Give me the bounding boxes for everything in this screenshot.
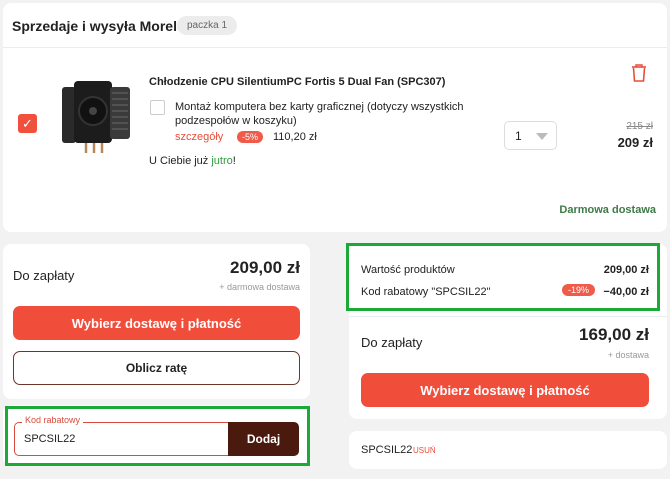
- applied-coupon-code: SPCSIL22: [361, 444, 413, 456]
- coupon-input-value[interactable]: SPCSIL22: [24, 433, 75, 445]
- coupon-discount-value: −40,00 zł: [603, 286, 649, 298]
- addon-description: Montaż komputera bez karty graficznej (d…: [175, 101, 464, 127]
- chevron-down-icon: [536, 133, 548, 140]
- remove-coupon-link[interactable]: USUŃ: [413, 446, 436, 455]
- product-price: 209 zł: [617, 135, 653, 150]
- addon-details-link[interactable]: szczegóły: [175, 131, 223, 143]
- addon-checkbox[interactable]: [150, 100, 165, 115]
- package-badge: paczka 1: [177, 16, 238, 35]
- product-select-checkbox[interactable]: ✓: [18, 114, 37, 133]
- quantity-select[interactable]: 1: [504, 121, 557, 150]
- availability-info: U Ciebie już jutro!: [149, 155, 236, 167]
- total-label: Do zapłaty: [361, 335, 423, 350]
- divider: [3, 47, 667, 48]
- old-price: 215 zł: [626, 121, 653, 132]
- addon-discount-badge: -5%: [237, 131, 264, 143]
- pay-delivery-note: + darmowa dostawa: [219, 282, 300, 292]
- trash-icon[interactable]: [630, 63, 648, 83]
- coupon-percent-badge: -19%: [562, 284, 596, 296]
- check-icon: ✓: [22, 115, 33, 131]
- addon-price: 110,20 zł: [273, 131, 317, 143]
- pay-label: Do zapłaty: [13, 268, 75, 283]
- seller-title: Sprzedaje i wysyła Morele: [12, 18, 185, 34]
- divider: [349, 316, 667, 317]
- availability-highlight: jutro: [211, 155, 233, 167]
- add-coupon-button[interactable]: Dodaj: [228, 422, 299, 456]
- choose-delivery-button[interactable]: Wybierz dostawę i płatność: [13, 306, 300, 340]
- product-name[interactable]: Chłodzenie CPU SilentiumPC Fortis 5 Dual…: [149, 76, 445, 88]
- availability-suffix: !: [232, 155, 236, 167]
- products-value: 209,00 zł: [603, 264, 649, 276]
- products-value-label: Wartość produktów: [361, 264, 455, 276]
- coupon-label: Kod rabatowy: [22, 415, 84, 425]
- quantity-value: 1: [515, 129, 522, 143]
- coupon-discount-label: Kod rabatowy "SPCSIL22": [361, 286, 491, 298]
- choose-delivery-button-summary[interactable]: Wybierz dostawę i płatność: [361, 373, 649, 407]
- free-delivery-label: Darmowa dostawa: [559, 204, 656, 216]
- applied-coupon-card: SPCSIL22 USUŃ: [349, 431, 667, 469]
- product-image[interactable]: [52, 73, 138, 157]
- calculate-installment-button[interactable]: Oblicz ratę: [13, 351, 300, 385]
- total-amount: 169,00 zł: [579, 325, 649, 344]
- availability-prefix: U Ciebie już: [149, 155, 212, 167]
- pay-amount: 209,00 zł: [230, 258, 300, 277]
- total-delivery-note: + dostawa: [607, 350, 649, 360]
- payment-summary-card: Do zapłaty 209,00 zł + darmowa dostawa W…: [3, 244, 310, 399]
